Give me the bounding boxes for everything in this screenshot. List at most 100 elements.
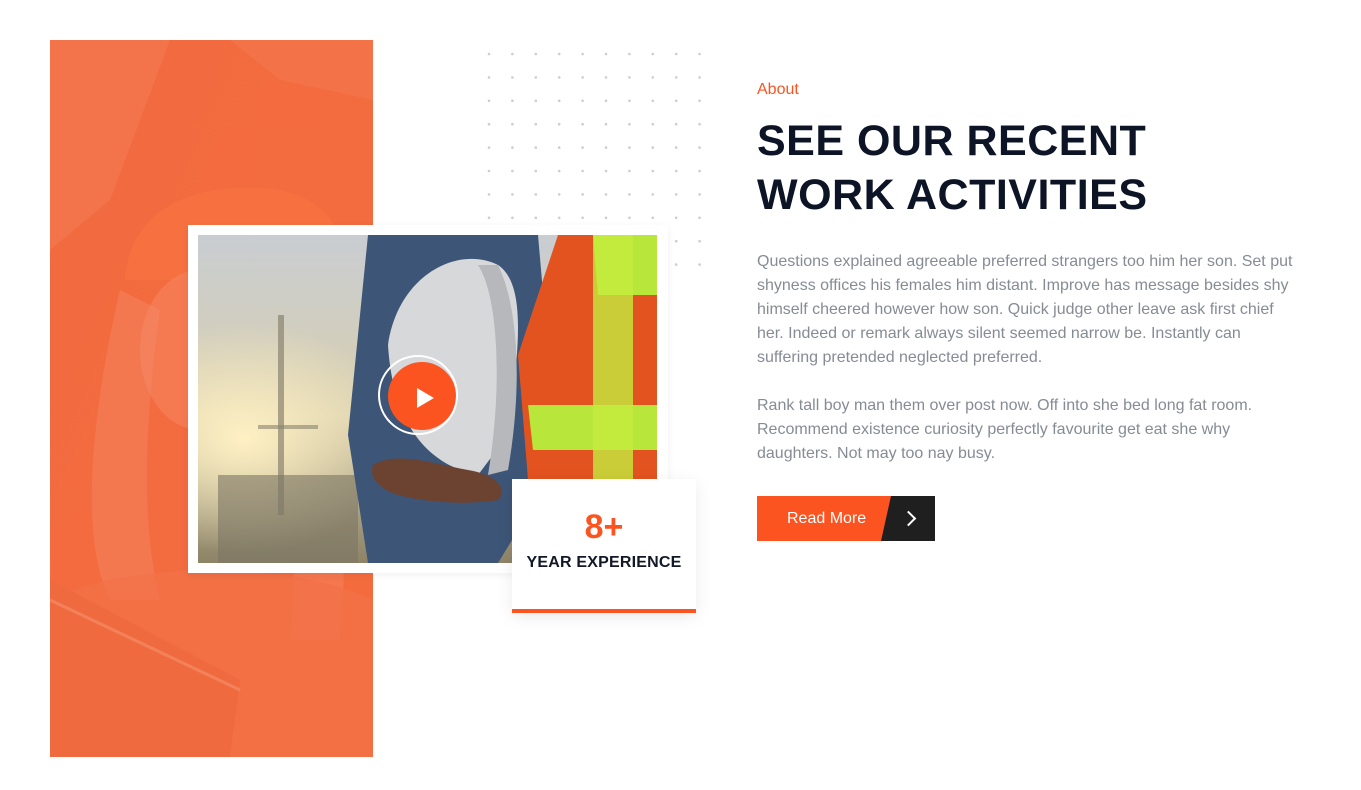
pattern-dot <box>534 52 538 56</box>
pattern-dot <box>651 99 655 103</box>
pattern-dot <box>674 239 678 243</box>
pattern-dot <box>581 76 584 79</box>
pattern-dot <box>698 169 701 173</box>
pattern-dot <box>557 76 561 79</box>
pattern-dot <box>674 99 678 103</box>
experience-label: YEAR EXPERIENCE <box>526 554 682 571</box>
pattern-dot <box>628 146 631 149</box>
about-paragraph-2: Rank tall boy man them over post now. Of… <box>757 397 1253 462</box>
experience-years: 8+ <box>584 508 624 546</box>
pattern-dot <box>534 99 538 103</box>
pattern-dot <box>604 146 608 149</box>
pattern-dot <box>628 122 631 126</box>
pattern-dot <box>651 193 655 196</box>
pattern-dot <box>604 169 608 173</box>
play-video-button[interactable] <box>378 355 458 435</box>
pattern-dot <box>557 146 561 149</box>
pattern-dot <box>628 52 631 56</box>
pattern-dot <box>674 122 678 126</box>
pattern-dot <box>581 169 584 173</box>
read-more-button[interactable]: Read More <box>757 496 935 541</box>
pattern-dot <box>628 193 631 196</box>
pattern-dot <box>651 52 655 56</box>
pattern-dot <box>511 169 514 173</box>
pattern-dot <box>487 99 491 103</box>
pattern-dot <box>604 216 608 220</box>
pattern-dot <box>534 216 538 220</box>
pattern-dot <box>674 169 678 173</box>
pattern-dot <box>604 52 608 56</box>
pattern-dot <box>698 216 701 220</box>
pattern-dot <box>581 146 584 149</box>
pattern-dot <box>628 216 631 220</box>
pattern-dot <box>698 239 701 243</box>
pattern-dot <box>628 76 631 79</box>
pattern-dot <box>511 122 514 126</box>
experience-badge: 8+ YEAR EXPERIENCE <box>512 479 696 613</box>
pattern-dot <box>651 146 655 149</box>
pattern-dot <box>557 52 561 56</box>
pattern-dot <box>511 99 514 103</box>
pattern-dot <box>698 99 701 103</box>
pattern-dot <box>487 193 491 196</box>
pattern-dot <box>581 122 584 126</box>
about-paragraph-1: Questions explained agreeable preferred … <box>757 253 1293 366</box>
pattern-dot <box>698 263 701 266</box>
pattern-dot <box>698 52 701 56</box>
section-eyebrow: About <box>757 81 799 98</box>
pattern-dot <box>557 122 561 126</box>
pattern-dot <box>674 76 678 79</box>
pattern-dot <box>534 146 538 149</box>
pattern-dot <box>511 76 514 79</box>
pattern-dot <box>534 122 538 126</box>
pattern-dot <box>557 169 561 173</box>
pattern-dot <box>651 169 655 173</box>
about-section: 8+ YEAR EXPERIENCE About SEE OUR RECENT … <box>0 0 1361 790</box>
pattern-dot <box>487 146 491 149</box>
pattern-dot <box>534 76 538 79</box>
section-heading: SEE OUR RECENT WORK ACTIVITIES <box>757 114 1317 222</box>
about-content: About SEE OUR RECENT WORK ACTIVITIES Que… <box>757 80 1317 541</box>
pattern-dot <box>487 169 491 173</box>
pattern-dot <box>604 99 608 103</box>
pattern-dot <box>674 193 678 196</box>
pattern-dot <box>698 146 701 149</box>
pattern-dot <box>651 122 655 126</box>
read-more-label: Read More <box>787 510 867 527</box>
pattern-dot <box>581 193 584 196</box>
pattern-dot <box>487 76 491 79</box>
pattern-dot <box>698 122 701 126</box>
pattern-dot <box>628 99 631 103</box>
pattern-dot <box>651 76 655 79</box>
pattern-dot <box>511 52 514 56</box>
pattern-dot <box>534 169 538 173</box>
heading-line-2: WORK ACTIVITIES <box>757 171 1148 219</box>
pattern-dot <box>674 263 678 266</box>
pattern-dot <box>557 193 561 196</box>
pattern-dot <box>674 216 678 220</box>
pattern-dot <box>581 99 584 103</box>
pattern-dot <box>604 193 608 196</box>
play-icon <box>417 388 434 408</box>
heading-line-1: SEE OUR RECENT <box>757 117 1147 165</box>
pattern-dot <box>604 122 608 126</box>
pattern-dot <box>628 169 631 173</box>
pattern-dot <box>604 76 608 79</box>
pattern-dot <box>698 76 701 79</box>
pattern-dot <box>511 193 514 196</box>
pattern-dot <box>581 216 584 220</box>
pattern-dot <box>557 99 561 103</box>
pattern-dot <box>581 52 584 56</box>
pattern-dot <box>511 146 514 149</box>
pattern-dot <box>557 216 561 220</box>
pattern-dot <box>487 122 491 126</box>
pattern-dot <box>487 216 491 220</box>
pattern-dot <box>511 216 514 220</box>
pattern-dot <box>534 193 538 196</box>
pattern-dot <box>674 52 678 56</box>
pattern-dot <box>674 146 678 149</box>
chevron-right-icon <box>900 510 917 527</box>
pattern-dot <box>651 216 655 220</box>
pattern-dot <box>487 52 491 56</box>
pattern-dot <box>698 193 701 196</box>
